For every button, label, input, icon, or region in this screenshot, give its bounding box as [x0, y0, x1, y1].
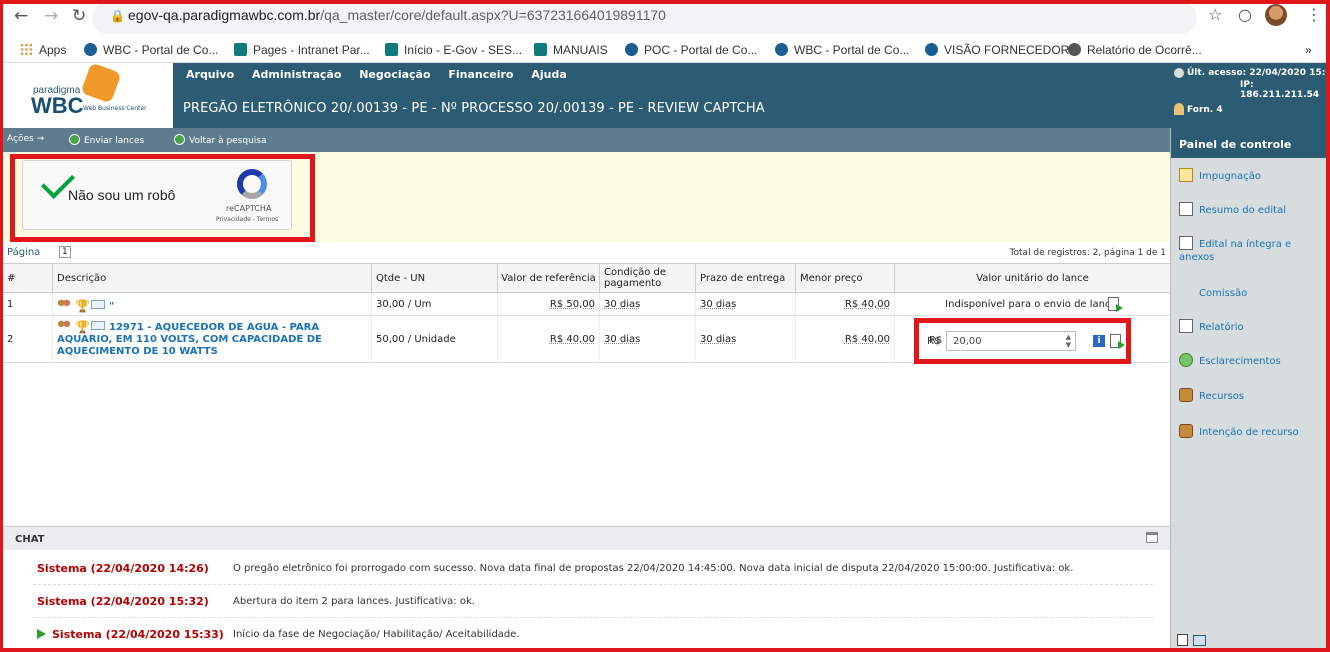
screenshot-border — [0, 0, 1330, 652]
